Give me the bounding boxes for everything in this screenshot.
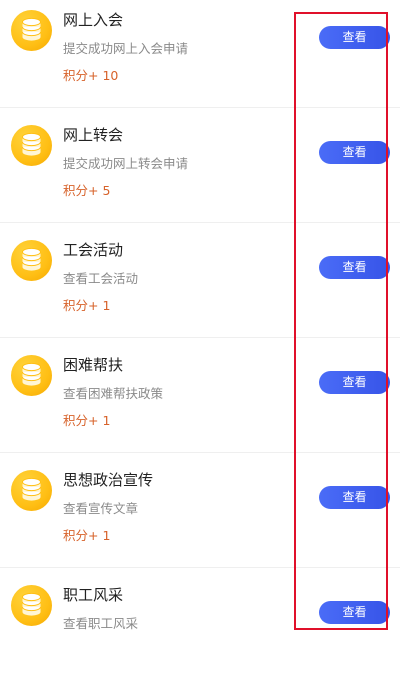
view-button[interactable]: 查看 <box>319 256 390 279</box>
item-description: 查看职工风采 <box>63 616 139 631</box>
item-title: 困难帮扶 <box>63 356 124 374</box>
item-points: 积分+ 1 <box>63 298 111 313</box>
coin-stack-icon <box>11 585 52 626</box>
coin-stack-icon <box>11 355 52 396</box>
item-points: 积分+ 5 <box>63 183 111 198</box>
view-button[interactable]: 查看 <box>319 26 390 49</box>
item-description: 查看宣传文章 <box>63 501 139 516</box>
view-button[interactable]: 查看 <box>319 601 390 624</box>
item-title: 思想政治宣传 <box>63 471 154 489</box>
item-points: 积分+ 1 <box>63 413 111 428</box>
item-description: 提交成功网上转会申请 <box>63 156 189 171</box>
view-button[interactable]: 查看 <box>319 486 390 509</box>
coin-stack-icon <box>11 470 52 511</box>
list-item: 工会活动 查看工会活动 积分+ 1 查看 <box>0 223 400 338</box>
list-item: 困难帮扶 查看困难帮扶政策 积分+ 1 查看 <box>0 338 400 453</box>
item-title: 网上转会 <box>63 126 124 144</box>
list-item: 网上转会 提交成功网上转会申请 积分+ 5 查看 <box>0 108 400 223</box>
item-description: 提交成功网上入会申请 <box>63 41 189 56</box>
item-description: 查看困难帮扶政策 <box>63 386 164 401</box>
coin-stack-icon <box>11 240 52 281</box>
item-description: 查看工会活动 <box>63 271 139 286</box>
item-points: 积分+ 10 <box>63 68 119 83</box>
points-task-list: 网上入会 提交成功网上入会申请 积分+ 10 查看 网上转会 提交成功网上转会申… <box>0 0 400 683</box>
item-title: 职工风采 <box>63 586 124 604</box>
list-item: 职工风采 查看职工风采 查看 <box>0 568 400 683</box>
item-title: 网上入会 <box>63 11 124 29</box>
list-item: 网上入会 提交成功网上入会申请 积分+ 10 查看 <box>0 0 400 108</box>
view-button[interactable]: 查看 <box>319 141 390 164</box>
item-points: 积分+ 1 <box>63 528 111 543</box>
coin-stack-icon <box>11 10 52 51</box>
view-button[interactable]: 查看 <box>319 371 390 394</box>
list-item: 思想政治宣传 查看宣传文章 积分+ 1 查看 <box>0 453 400 568</box>
item-title: 工会活动 <box>63 241 124 259</box>
coin-stack-icon <box>11 125 52 166</box>
